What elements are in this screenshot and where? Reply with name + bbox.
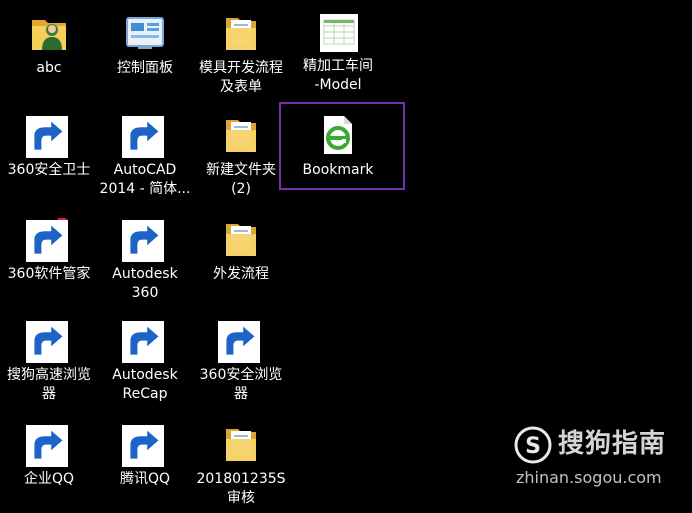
- 360-browser-icon: [218, 319, 262, 363]
- desktop-icon-finishing-workshop-model[interactable]: 精加工车间 -Model: [290, 4, 386, 95]
- enterprise-qq-icon: [26, 423, 70, 467]
- icon-label: Autodesk 360: [112, 266, 178, 301]
- shortcut-arrow-icon: [122, 321, 164, 363]
- icon-label: AutoCAD 2014 - 简体...: [99, 162, 191, 197]
- autocad-icon: [122, 114, 166, 158]
- watermark-title: 搜狗指南: [558, 429, 667, 459]
- sogou-browser-icon: S: [26, 319, 70, 363]
- shortcut-arrow-icon: [26, 220, 68, 262]
- user-folder-icon: [28, 12, 70, 54]
- desktop-icon-360-software-manager[interactable]: 7 360软件管家: [1, 210, 97, 284]
- 360-safe-guard-icon: [26, 114, 70, 158]
- sogou-logo-icon: S: [514, 426, 552, 464]
- autodesk-recap-icon: [122, 319, 166, 363]
- spreadsheet-file-icon: [318, 12, 358, 52]
- icon-label: 360安全卫士: [7, 162, 91, 178]
- svg-text:S: S: [525, 434, 541, 459]
- shortcut-arrow-icon: [218, 321, 260, 363]
- shortcut-arrow-icon: [122, 220, 164, 262]
- desktop-icon-control-panel[interactable]: 控制面板: [97, 4, 193, 78]
- icon-label: 201801235S 审核: [196, 471, 286, 506]
- desktop-icon-mold-dev-folder[interactable]: 模具开发流程 及表单: [193, 4, 289, 97]
- desktop-icon-autodesk-recap[interactable]: Autodesk ReCap: [97, 311, 193, 404]
- desktop-icon-enterprise-qq[interactable]: 企业QQ: [1, 415, 97, 489]
- qq-penguin-icon: [122, 423, 166, 467]
- desktop-icon-201801235s-review-folder[interactable]: 201801235S 审核: [193, 415, 289, 508]
- shortcut-arrow-icon: [122, 425, 164, 467]
- folder-icon: [220, 114, 262, 156]
- folder-icon: [220, 12, 262, 54]
- desktop-icon-new-folder-2[interactable]: 新建文件夹 (2): [193, 106, 289, 199]
- icon-label: 新建文件夹 (2): [206, 162, 276, 197]
- sogou-zhinan-watermark: S 搜狗指南 zhinan.sogou.com: [514, 424, 684, 494]
- shortcut-arrow-icon: [26, 116, 68, 158]
- icon-label: 企业QQ: [23, 471, 75, 487]
- desktop[interactable]: abc 控制面板 模具开发流程 及表单 精加工车间 -Model 360安全卫士…: [0, 0, 692, 513]
- shortcut-arrow-icon: [122, 116, 164, 158]
- icon-label: 360软件管家: [7, 266, 91, 282]
- desktop-icon-sogou-browser[interactable]: S 搜狗高速浏览 器: [1, 311, 97, 404]
- watermark-url: zhinan.sogou.com: [516, 468, 662, 487]
- icon-label: 360安全浏览 器: [199, 367, 283, 402]
- icon-label: 外发流程: [213, 266, 269, 282]
- desktop-icon-outsourcing-folder[interactable]: 外发流程: [193, 210, 289, 284]
- shortcut-arrow-icon: [26, 321, 68, 363]
- shortcut-arrow-icon: [26, 425, 68, 467]
- icon-label: 控制面板: [117, 60, 173, 76]
- icon-label: Autodesk ReCap: [112, 367, 178, 402]
- desktop-icon-360-browser[interactable]: 360安全浏览 器: [193, 311, 289, 404]
- icon-label: 精加工车间 -Model: [303, 58, 373, 93]
- folder-icon: [220, 423, 262, 465]
- folder-icon: [220, 218, 262, 260]
- desktop-icon-autodesk-360[interactable]: Autodesk 360: [97, 210, 193, 303]
- autodesk-360-icon: [122, 218, 166, 262]
- control-panel-icon: [124, 12, 166, 54]
- icon-label: abc: [36, 60, 62, 76]
- desktop-icon-abc[interactable]: abc: [1, 4, 97, 78]
- desktop-icon-autocad-2014[interactable]: AutoCAD 2014 - 简体...: [97, 106, 193, 199]
- desktop-icon-tencent-qq[interactable]: 腾讯QQ: [97, 415, 193, 489]
- desktop-icon-360-safe-guard[interactable]: 360安全卫士: [1, 106, 97, 180]
- icon-label: 模具开发流程 及表单: [199, 60, 283, 95]
- 360-software-manager-icon: 7: [26, 218, 70, 262]
- icon-label: 腾讯QQ: [119, 471, 171, 487]
- icon-label: 搜狗高速浏览 器: [7, 367, 91, 402]
- selection-highlight-box: [279, 102, 405, 190]
